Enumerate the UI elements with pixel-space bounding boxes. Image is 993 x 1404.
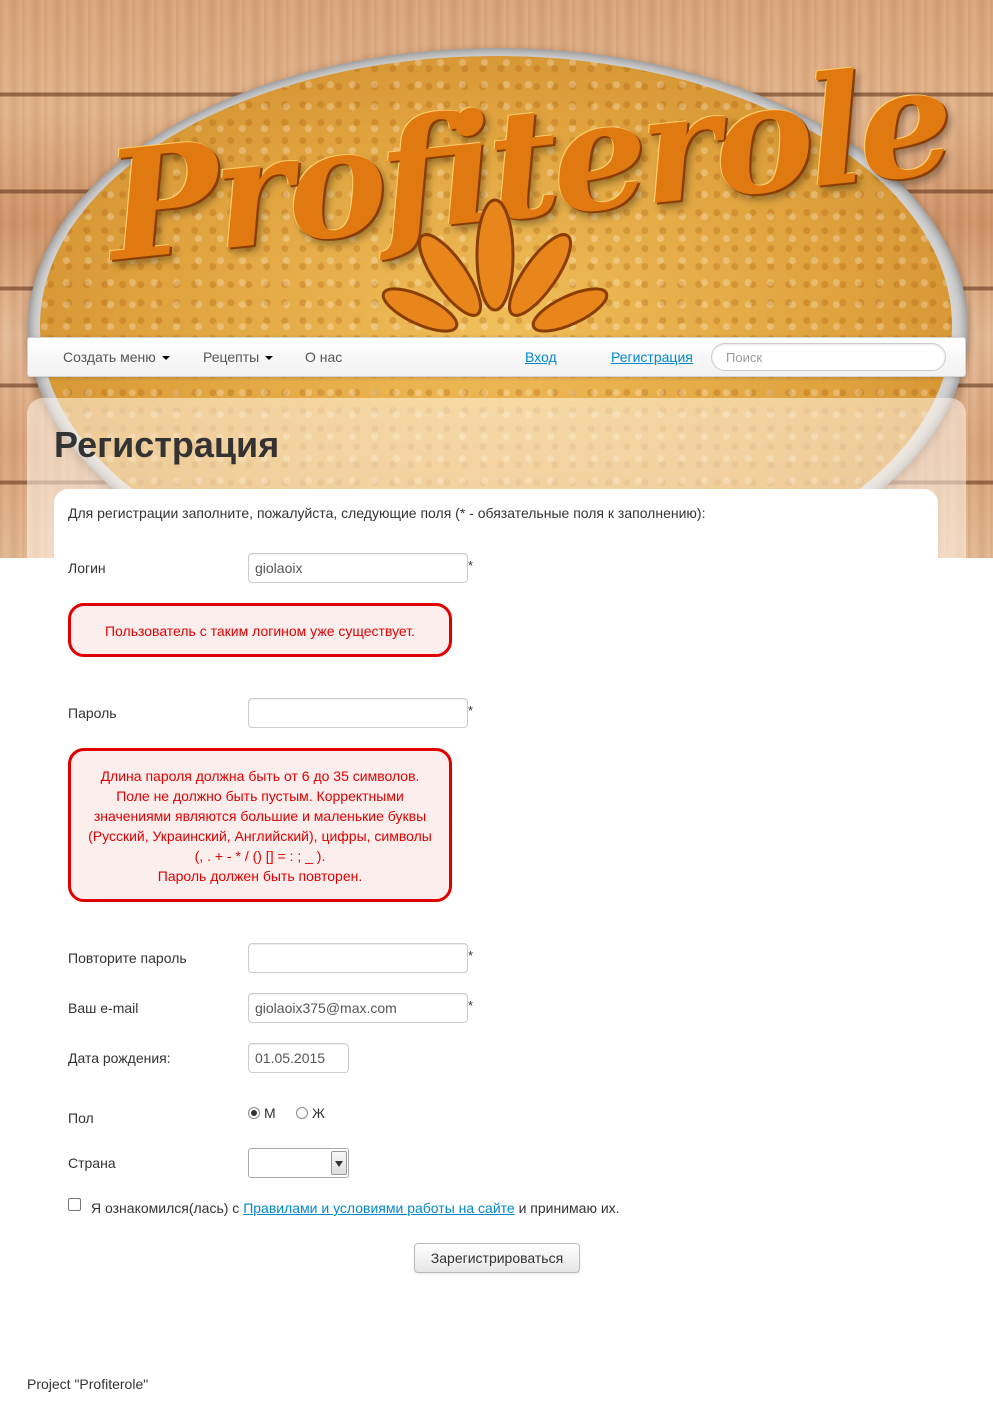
nav-about[interactable]: О нас — [305, 349, 342, 365]
required-mark: * — [468, 703, 474, 718]
gender-option-m: М — [264, 1105, 276, 1121]
gender-radio-f[interactable] — [296, 1107, 308, 1119]
email-input[interactable] — [248, 993, 468, 1023]
password-repeat-label: Повторите пароль — [68, 950, 187, 966]
country-label: Страна — [68, 1155, 116, 1171]
footer-text: Project "Profiterole" — [27, 1376, 149, 1392]
password-error-line: (Русский, Украинский, Английский), цифры… — [88, 828, 432, 844]
agree-text: Я ознакомился(лась) с Правилами и услови… — [91, 1200, 620, 1216]
password-error-line: (, . + - * / () [] = : ; _ ). — [194, 848, 326, 864]
chevron-down-icon[interactable] — [331, 1151, 347, 1175]
required-mark: * — [468, 558, 474, 573]
password-label: Пароль — [68, 705, 117, 721]
form-container — [54, 489, 938, 569]
agree-suffix: и принимаю их. — [514, 1200, 620, 1216]
terms-link[interactable]: Правилами и условиями работы на сайте — [243, 1200, 515, 1216]
country-select[interactable] — [248, 1148, 349, 1178]
register-button[interactable]: Зарегистрироваться — [414, 1243, 580, 1273]
register-link[interactable]: Регистрация — [611, 349, 693, 365]
login-label: Логин — [68, 560, 106, 576]
caret-down-icon — [161, 356, 170, 361]
nav-recipes[interactable]: Рецепты — [203, 349, 274, 365]
nav-recipes-label: Рецепты — [203, 349, 260, 365]
password-error-line: Поле не должно быть пустым. Корректными — [116, 788, 404, 804]
password-error: Длина пароля должна быть от 6 до 35 симв… — [68, 748, 452, 902]
required-mark: * — [468, 948, 474, 963]
gender-label: Пол — [68, 1110, 94, 1126]
login-link[interactable]: Вход — [525, 349, 557, 365]
password-repeat-input[interactable] — [248, 943, 468, 973]
nav-create-menu-label: Создать меню — [63, 349, 156, 365]
agree-checkbox[interactable] — [68, 1198, 81, 1211]
nav-create-menu[interactable]: Создать меню — [63, 349, 170, 365]
login-error: Пользователь с таким логином уже существ… — [68, 603, 452, 657]
top-navbar: Создать меню Рецепты О нас Вход Регистра… — [27, 337, 966, 377]
flower-icon — [381, 198, 609, 333]
gender-option-f: Ж — [312, 1105, 325, 1121]
required-mark: * — [468, 998, 474, 1013]
password-error-line: значениями являются большие и маленькие … — [93, 808, 427, 824]
password-error-line: Длина пароля должна быть от 6 до 35 симв… — [100, 768, 420, 784]
password-input[interactable] — [248, 698, 468, 728]
email-label: Ваш e-mail — [68, 1000, 139, 1016]
gender-radio-m[interactable] — [248, 1107, 260, 1119]
agree-prefix: Я ознакомился(лась) с — [91, 1200, 244, 1216]
password-error-line: Пароль должен быть повторен. — [157, 868, 363, 884]
form-intro: Для регистрации заполните, пожалуйста, с… — [68, 505, 706, 521]
caret-down-icon — [265, 356, 274, 361]
birthdate-input[interactable] — [248, 1043, 349, 1073]
search-input[interactable] — [711, 343, 946, 371]
login-input[interactable] — [248, 553, 468, 583]
page-background — [0, 558, 993, 1404]
page-title: Регистрация — [54, 424, 280, 465]
birthdate-label: Дата рождения: — [68, 1050, 171, 1066]
